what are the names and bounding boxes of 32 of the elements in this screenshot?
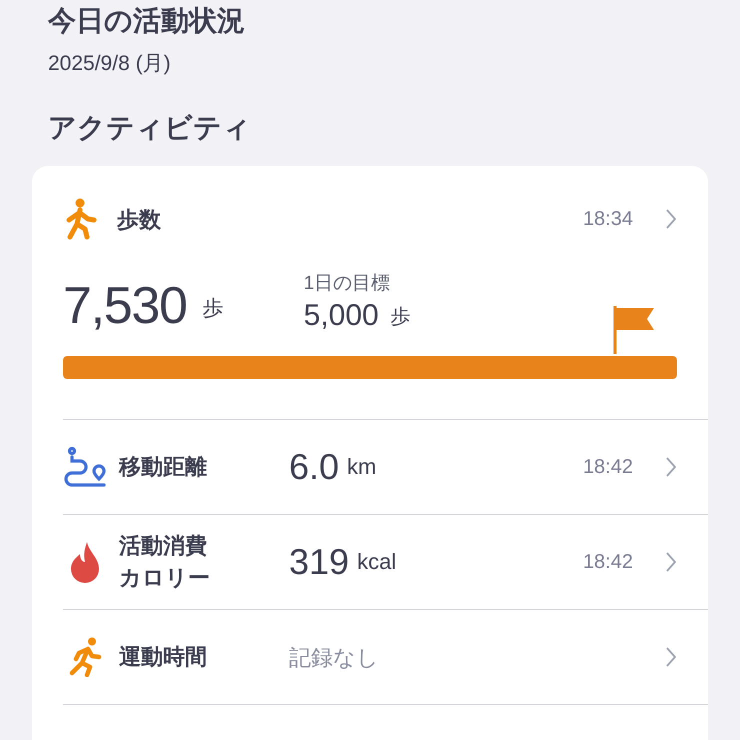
row-label: 移動距離 — [119, 453, 207, 481]
row-unit: kcal — [357, 548, 396, 576]
goal-unit: 歩 — [390, 305, 411, 330]
row-label: 運動時間 — [119, 643, 207, 671]
update-time: 18:42 — [582, 455, 633, 480]
chevron-right-icon — [665, 646, 677, 668]
goal-value: 5,000 — [304, 300, 379, 332]
running-person-icon — [68, 637, 102, 677]
route-icon — [63, 446, 107, 488]
row-value: 6.0 — [289, 447, 340, 487]
steps-value: 7,530 — [63, 280, 187, 332]
steps-label: 歩数 — [117, 206, 161, 234]
row-value: 319 — [289, 542, 350, 582]
date-text: 2025/9/8 (月) — [48, 52, 171, 75]
activity-row[interactable]: 運動時間 記録なし — [63, 610, 708, 705]
chevron-right-icon — [665, 551, 677, 573]
update-time: 18:42 — [582, 550, 633, 575]
activity-row[interactable]: 活動消費カロリー 319 kcal 18:42 — [63, 515, 708, 610]
update-time: 18:34 — [582, 207, 633, 232]
page-title: 今日の活動状況 — [48, 4, 245, 38]
section-heading: アクティビティ — [48, 112, 251, 143]
goal-flag-icon — [613, 304, 655, 356]
steps-panel[interactable]: 歩数 18:34 7,530 歩 1日の目標 5,000 歩 — [63, 166, 708, 420]
activity-row[interactable]: 移動距離 6.0 km 18:42 — [63, 420, 708, 515]
chevron-right-icon — [665, 456, 677, 478]
flame-icon — [69, 540, 101, 584]
row-label: 活動消費カロリー — [119, 532, 211, 592]
steps-unit: 歩 — [202, 296, 224, 322]
chevron-right-icon — [665, 208, 677, 230]
no-record-text: 記録なし — [289, 644, 379, 672]
goal-label: 1日の目標 — [304, 272, 392, 296]
row-unit: km — [347, 453, 376, 481]
